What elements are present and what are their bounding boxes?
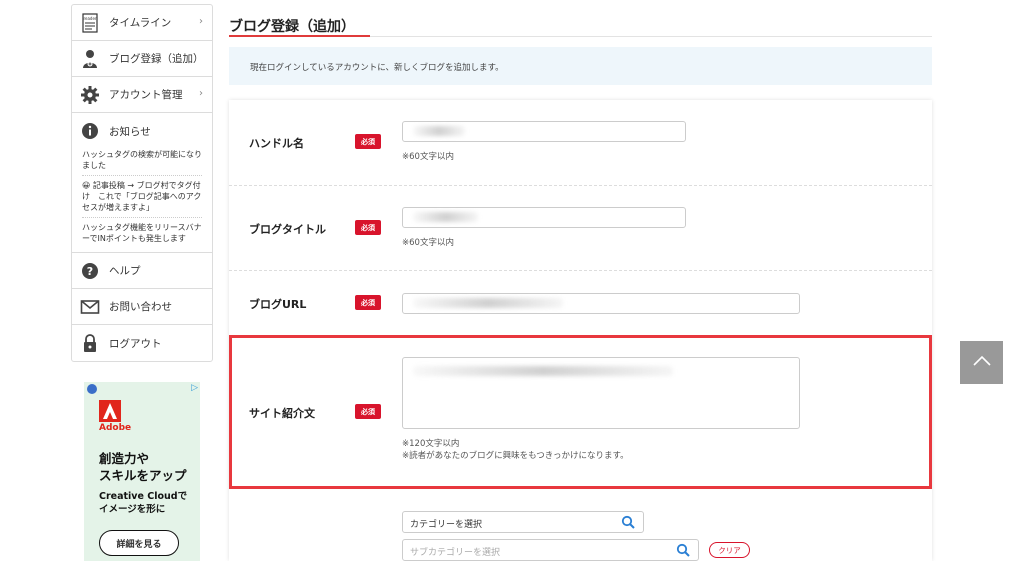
category-select-value: カテゴリーを選択 [410, 520, 483, 530]
sidebar-item-label: アカウント管理 [109, 89, 183, 101]
user-add-icon [80, 49, 100, 69]
blog-title-row: ブログタイトル 必須 ※60文字以内 [229, 186, 932, 271]
help-icon: ? [80, 261, 100, 281]
sidebar: reader タイムライン › ブログ登録（追加） アカウント管理 › お知らせ… [71, 4, 213, 362]
subcategory-placeholder: サブカテゴリーを選択 [410, 548, 501, 558]
page-title: ブログ登録（追加） [229, 19, 355, 35]
ad-headline: 創造力や スキルをアップ [99, 451, 187, 483]
sidebar-item-contact[interactable]: お問い合わせ [72, 289, 212, 325]
sidebar-item-label: お問い合わせ [109, 301, 172, 313]
gear-icon [80, 85, 100, 105]
sidebar-item-logout[interactable]: ログアウト [72, 325, 212, 361]
adobe-logo-icon [99, 400, 121, 422]
ad-cta-button[interactable]: 詳細を見る [99, 530, 179, 556]
blog-url-row: ブログURL 必須 [229, 271, 932, 336]
blog-title-hint: ※60文字以内 [402, 238, 454, 248]
sidebar-item-label: ログアウト [109, 337, 162, 350]
news-title: お知らせ [109, 125, 151, 138]
sidebar-item-blog-register[interactable]: ブログ登録（追加） [72, 41, 212, 77]
blog-title-input[interactable] [402, 207, 686, 228]
advertisement-banner[interactable]: ▷ Adobe 創造力や スキルをアップ Creative Cloudで イメージを… [84, 382, 200, 561]
news-heading: お知らせ [72, 113, 212, 149]
required-badge: 必須 [355, 295, 381, 310]
handle-label: ハンドル名 [249, 137, 304, 150]
ad-choices-icon[interactable] [87, 384, 97, 394]
blog-url-input[interactable] [402, 293, 800, 314]
required-badge: 必須 [355, 404, 381, 419]
search-icon[interactable] [676, 543, 690, 560]
clear-button[interactable]: クリア [709, 542, 750, 558]
blog-title-label: ブログタイトル [249, 223, 326, 236]
required-badge: 必須 [355, 220, 381, 235]
mail-icon [80, 297, 100, 317]
handle-hint: ※60文字以内 [402, 152, 454, 162]
handle-row: ハンドル名 必須 ※60文字以内 [229, 100, 932, 186]
info-banner: 現在ログインしているアカウントに、新しくブログを追加します。 [229, 47, 932, 85]
sidebar-item-help[interactable]: ? ヘルプ [72, 253, 212, 289]
sidebar-item-timeline[interactable]: reader タイムライン › [72, 5, 212, 41]
sidebar-item-account[interactable]: アカウント管理 › [72, 77, 212, 113]
lock-icon [80, 333, 100, 353]
back-to-top-button[interactable] [960, 341, 1003, 384]
chevron-right-icon: › [199, 88, 203, 99]
svg-text:?: ? [87, 265, 93, 278]
subcategory-select[interactable]: サブカテゴリーを選択 [402, 539, 699, 561]
svg-text:reader: reader [83, 16, 96, 21]
chevron-up-icon [972, 355, 992, 370]
search-icon[interactable] [621, 515, 635, 532]
required-badge: 必須 [355, 134, 381, 149]
site-intro-label: サイト紹介文 [249, 407, 315, 420]
news-item[interactable]: ハッシュタグ機能をリリースバナーでINポイントも発生します [82, 217, 202, 248]
sidebar-item-label: ブログ登録（追加） [109, 53, 204, 65]
blog-register-form: ハンドル名 必須 ※60文字以内 ブログタイトル 必須 ※60文字以内 ブログU… [229, 100, 932, 561]
handle-input[interactable] [402, 121, 686, 142]
site-intro-hint: ※120文字以内 ※読者があなたのブログに興味をもつきっかけになります。 [402, 439, 629, 461]
category-select[interactable]: カテゴリーを選択 [402, 511, 644, 533]
news-list: ハッシュタグの検索が可能になりました 😀 記事投稿 → ブログ村でタグ付け これ… [72, 149, 212, 248]
blog-url-label: ブログURL [249, 298, 307, 311]
sidebar-item-label: タイムライン [109, 17, 172, 29]
reader-icon: reader [80, 12, 100, 33]
chevron-right-icon: › [199, 16, 203, 27]
title-underline [229, 35, 370, 37]
sidebar-item-label: ヘルプ [109, 265, 141, 277]
ad-info-icon[interactable]: ▷ [191, 383, 198, 393]
site-intro-textarea[interactable] [402, 357, 800, 429]
ad-subheadline: Creative Cloudで イメージを形に [99, 491, 188, 515]
news-item[interactable]: ハッシュタグの検索が可能になりました [82, 149, 202, 175]
news-item[interactable]: 😀 記事投稿 → ブログ村でタグ付け これで「ブログ記事へのアクセスが増えますよ… [82, 175, 202, 217]
info-icon [80, 121, 100, 141]
ad-brand: Adobe [99, 423, 132, 433]
site-intro-row: サイト紹介文 必須 ※120文字以内 ※読者があなたのブログに興味をもつきっかけに… [229, 336, 932, 489]
news-section: お知らせ ハッシュタグの検索が可能になりました 😀 記事投稿 → ブログ村でタグ… [72, 113, 212, 253]
